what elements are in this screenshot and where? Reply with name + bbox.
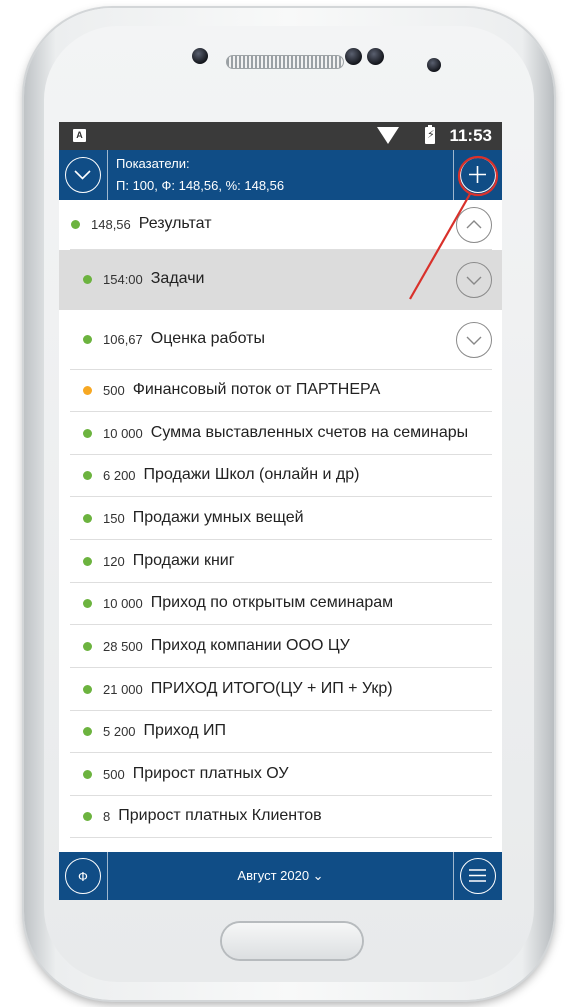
proximity-sensor	[427, 58, 441, 72]
item-label: Приход компании ООО ЦУ	[150, 636, 350, 654]
bottom-bar: Ф Август 2020 ⌄	[59, 852, 502, 900]
list-item[interactable]: 150 Продажи умных вещей	[59, 497, 502, 540]
item-value: 148,56	[91, 217, 131, 232]
item-value: 154:00	[103, 272, 143, 287]
earpiece-speaker	[226, 55, 344, 69]
status-dot	[83, 684, 92, 694]
item-label: Результат	[138, 215, 212, 232]
item-value: 6 200	[103, 468, 136, 483]
menu-button[interactable]	[453, 852, 502, 900]
app-header: Показатели: П: 100, Ф: 148,56, %: 148,56	[59, 150, 502, 200]
item-value: 28 500	[103, 638, 143, 654]
status-bar: A ⚡ 11:53	[59, 122, 502, 150]
collapse-header-button[interactable]	[59, 150, 108, 200]
menu-icon	[460, 858, 496, 894]
status-dot	[83, 513, 92, 523]
header-title: Показатели:	[116, 156, 190, 171]
list-item[interactable]: 28 500 Приход компании ООО ЦУ	[59, 625, 502, 668]
battery-charging-icon: ⚡	[425, 125, 435, 144]
sensor-left	[345, 48, 362, 65]
item-value: 120	[103, 553, 125, 569]
item-label: Прирост платных ОУ	[132, 764, 289, 782]
item-value: 500	[103, 383, 125, 398]
list-item[interactable]: 500 Прирост платных ОУ	[59, 753, 502, 796]
list-item[interactable]: 154:00 Задачи	[59, 250, 502, 310]
item-value: 10 000	[103, 596, 143, 611]
item-label: Приход ИП	[143, 722, 227, 739]
app-screen: A ⚡ 11:53 Показатели: П: 100, Ф: 148,56,…	[59, 122, 502, 900]
chevron-down-icon	[65, 157, 101, 193]
item-label: Оценка работы	[150, 330, 265, 347]
item-value: 8	[103, 809, 111, 824]
item-value: 21 000	[103, 681, 143, 697]
header-summary: П: 100, Ф: 148,56, %: 148,56	[116, 178, 285, 193]
list-item[interactable]: 10 000 Сумма выставленных счетов на семин…	[59, 412, 502, 455]
item-label: Сумма выставленных счетов на семинары	[150, 423, 469, 441]
item-label: Приход по открытым семинарам	[150, 594, 394, 611]
status-dot	[83, 727, 92, 736]
home-button[interactable]	[222, 923, 362, 959]
notification-a-icon: A	[73, 129, 86, 142]
add-button[interactable]	[453, 150, 502, 200]
item-value: 106,67	[103, 332, 143, 347]
list-item[interactable]: 500 Финансовый поток от ПАРТНЕРА	[59, 370, 502, 412]
status-dot	[83, 556, 92, 566]
status-dot	[83, 812, 92, 821]
chevron-down-icon[interactable]	[456, 322, 492, 358]
item-label: Продажи умных вещей	[132, 508, 304, 526]
list-item[interactable]: 148,56 Результат	[59, 200, 502, 250]
status-dot	[83, 471, 92, 480]
item-label: Задачи	[150, 270, 205, 287]
status-dot	[83, 641, 92, 651]
month-selector[interactable]: Август 2020 ⌄	[59, 868, 502, 884]
status-dot	[83, 428, 92, 438]
item-label: ПРИХОД ИТОГО(ЦУ + ИП + Укр)	[150, 679, 393, 697]
item-label: Прирост платных Клиентов	[118, 807, 322, 824]
item-value: 150	[103, 510, 125, 526]
item-label: Продажи Школ (онлайн и др)	[143, 466, 360, 483]
item-value: 5 200	[103, 724, 136, 739]
list-item[interactable]: 21 000 ПРИХОД ИТОГО(ЦУ + ИП + Укр)	[59, 668, 502, 711]
list-item[interactable]: 10 000 Приход по открытым семинарам	[59, 583, 502, 625]
status-dot	[83, 386, 92, 395]
status-dot	[83, 335, 92, 344]
item-label: Продажи книг	[132, 551, 235, 569]
sensor-right	[367, 48, 384, 65]
list-item[interactable]: 106,67 Оценка работы	[59, 310, 502, 370]
wifi-icon	[377, 127, 399, 144]
front-camera	[192, 48, 208, 64]
row-divider	[70, 837, 492, 838]
item-value: 500	[103, 766, 125, 782]
status-dot	[83, 275, 92, 284]
plus-icon	[460, 157, 496, 193]
status-dot	[83, 599, 92, 608]
item-label: Финансовый поток от ПАРТНЕРА	[132, 381, 381, 398]
status-dot	[71, 220, 80, 229]
status-time: 11:53	[449, 126, 492, 145]
status-dot	[83, 769, 92, 779]
list-item[interactable]: 120 Продажи книг	[59, 540, 502, 583]
list-item[interactable]: 5 200 Приход ИП	[59, 711, 502, 753]
chevron-down-icon[interactable]	[456, 262, 492, 298]
list-item[interactable]: 8 Прирост платных Клиентов	[59, 796, 502, 838]
list-item[interactable]: 6 200 Продажи Школ (онлайн и др)	[59, 455, 502, 497]
item-value: 10 000	[103, 425, 143, 441]
chevron-up-icon[interactable]	[456, 207, 492, 243]
